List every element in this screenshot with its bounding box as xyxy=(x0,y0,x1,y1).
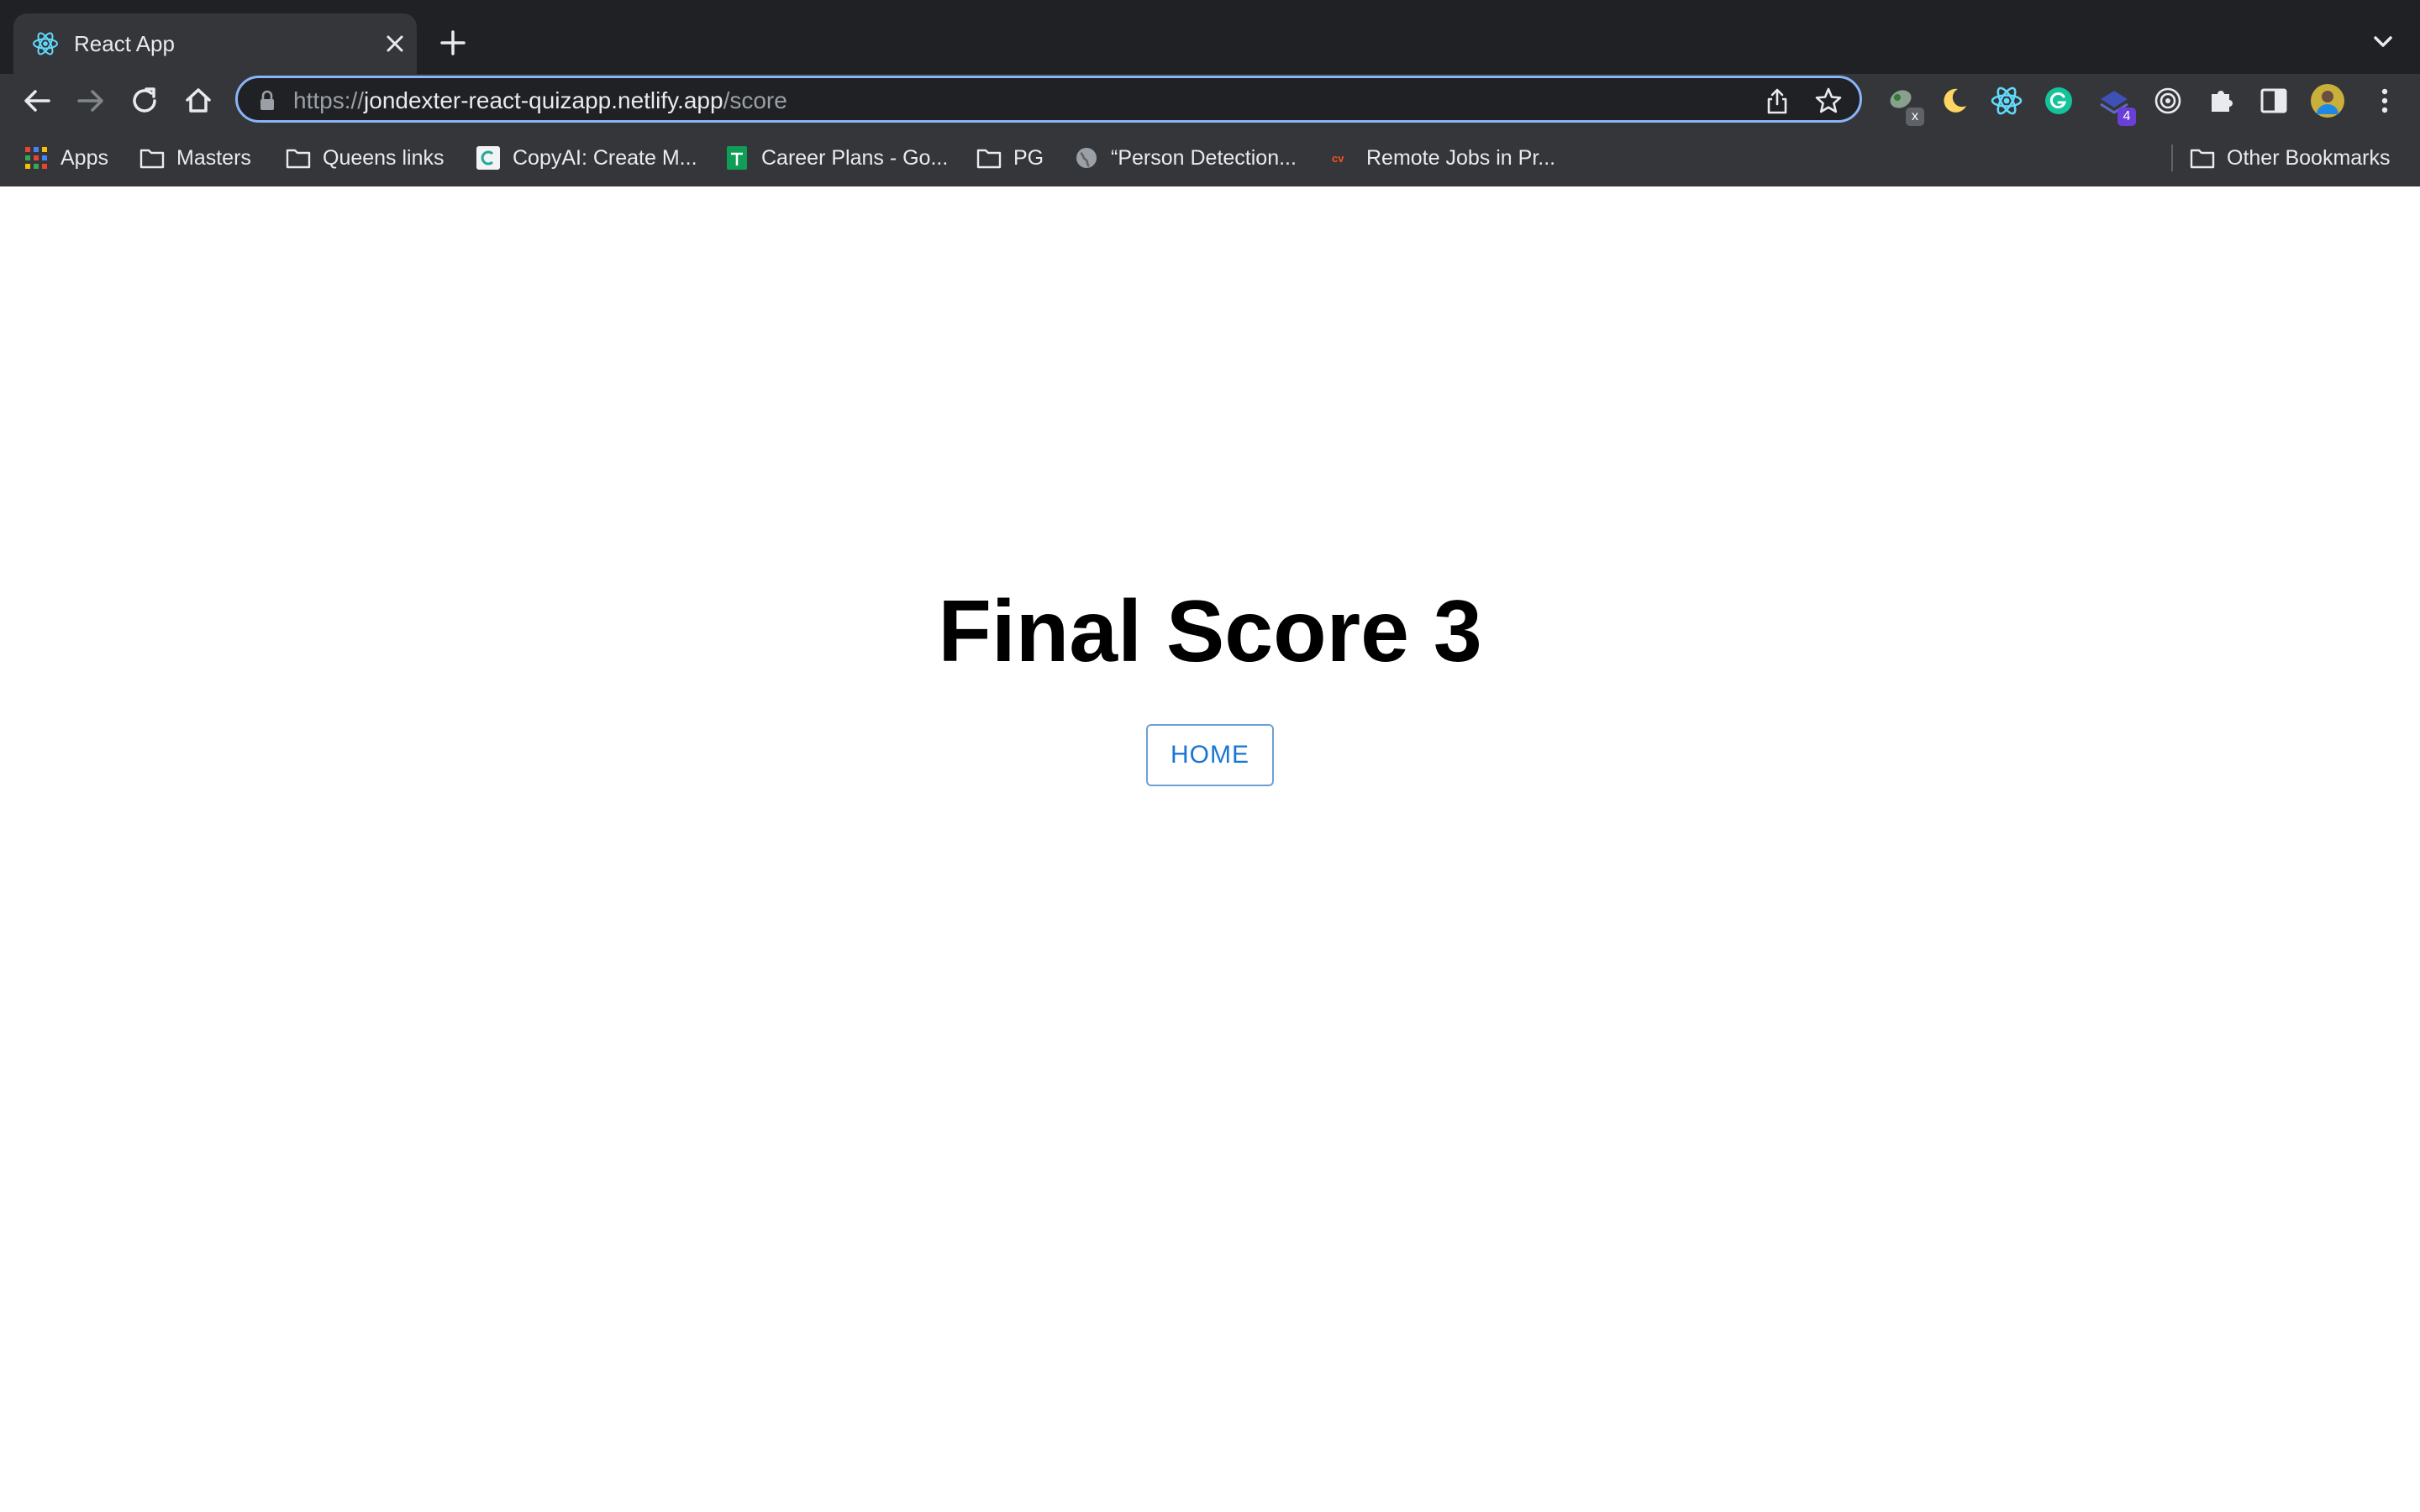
bookmark-pg[interactable]: PG xyxy=(976,141,1044,175)
pasang-extension-icon[interactable]: x xyxy=(1884,82,1924,126)
folder-icon xyxy=(286,149,311,169)
puzzle-extensions-icon[interactable] xyxy=(2203,82,2240,119)
extension-badge: x xyxy=(1906,108,1924,126)
bookmark-other-bookmarks[interactable]: Other Bookmarks xyxy=(2190,141,2391,175)
profile-avatar[interactable] xyxy=(2309,82,2346,119)
extension-badge-count: 4 xyxy=(2118,108,2136,126)
page-content: Final Score 3 HOME xyxy=(0,186,2420,1512)
side-panel-icon[interactable] xyxy=(2255,82,2292,119)
bookmark-label: Other Bookmarks xyxy=(2227,145,2391,170)
folder-icon xyxy=(2190,149,2215,169)
bookmark-person-detection[interactable]: “Person Detection... xyxy=(1074,141,1297,175)
bookmark-label: CopyAI: Create M... xyxy=(513,145,697,170)
bookmark-label: PG xyxy=(1013,145,1044,170)
grammarly-icon[interactable] xyxy=(2040,82,2077,119)
home-button[interactable]: HOME xyxy=(1146,724,1274,786)
moon-icon[interactable] xyxy=(1936,82,1973,119)
forward-arrow-icon[interactable] xyxy=(72,82,109,119)
target-icon[interactable] xyxy=(2149,82,2186,119)
bookmark-career-plans[interactable]: Career Plans - Go... xyxy=(724,141,948,175)
chevron-down-icon[interactable] xyxy=(2365,25,2402,59)
lock-icon[interactable] xyxy=(258,90,276,112)
copyai-icon xyxy=(476,146,500,170)
bookmark-apps[interactable]: Apps xyxy=(24,141,108,175)
tab-react-app[interactable]: React App xyxy=(13,13,417,74)
globe-icon xyxy=(1076,148,1097,168)
sheets-icon xyxy=(727,146,747,170)
url-text[interactable]: https://jondexter-react-quizapp.netlify.… xyxy=(293,86,787,116)
bookmark-label: Career Plans - Go... xyxy=(761,145,949,170)
bookmark-divider xyxy=(2171,144,2173,171)
address-bar[interactable]: https://jondexter-react-quizapp.netlify.… xyxy=(235,76,1862,123)
bookmark-label: Queens links xyxy=(323,145,445,170)
bookmark-label: Apps xyxy=(60,145,108,170)
svg-text:cv: cv xyxy=(1332,152,1344,165)
final-score-heading: Final Score 3 xyxy=(938,583,1482,680)
browser-chrome: React App https://jondexter-react-quizap… xyxy=(0,0,2420,186)
bookmark-masters[interactable]: Masters xyxy=(139,141,251,175)
bookmark-copyai[interactable]: CopyAI: Create M... xyxy=(476,141,697,175)
apps-grid-icon xyxy=(25,147,47,169)
tab-strip: React App xyxy=(0,0,2420,74)
home-icon[interactable] xyxy=(180,82,217,119)
stack-extension-icon[interactable]: 4 xyxy=(2096,82,2136,126)
folder-icon xyxy=(976,149,1002,169)
new-tab-icon[interactable] xyxy=(434,24,472,62)
tab-title: React App xyxy=(74,31,175,56)
more-menu-icon[interactable] xyxy=(2366,82,2403,119)
react-devtools-icon[interactable] xyxy=(1988,82,2025,119)
bookmark-label: Masters xyxy=(176,145,251,170)
share-icon[interactable] xyxy=(1764,87,1791,115)
react-logo-icon xyxy=(33,32,58,55)
bookmark-label: “Person Detection... xyxy=(1111,145,1297,170)
close-tab-icon[interactable] xyxy=(378,27,412,60)
bookmark-label: Remote Jobs in Pr... xyxy=(1366,145,1556,170)
folder-icon xyxy=(139,149,165,169)
cv-icon: cv xyxy=(1332,152,1344,165)
reload-icon[interactable] xyxy=(126,82,163,119)
bookmark-queens-links[interactable]: Queens links xyxy=(286,141,445,175)
bookmark-remote-jobs[interactable]: cv Remote Jobs in Pr... xyxy=(1329,141,1555,175)
bookmark-star-icon[interactable] xyxy=(1814,87,1843,115)
back-arrow-icon[interactable] xyxy=(18,82,55,119)
